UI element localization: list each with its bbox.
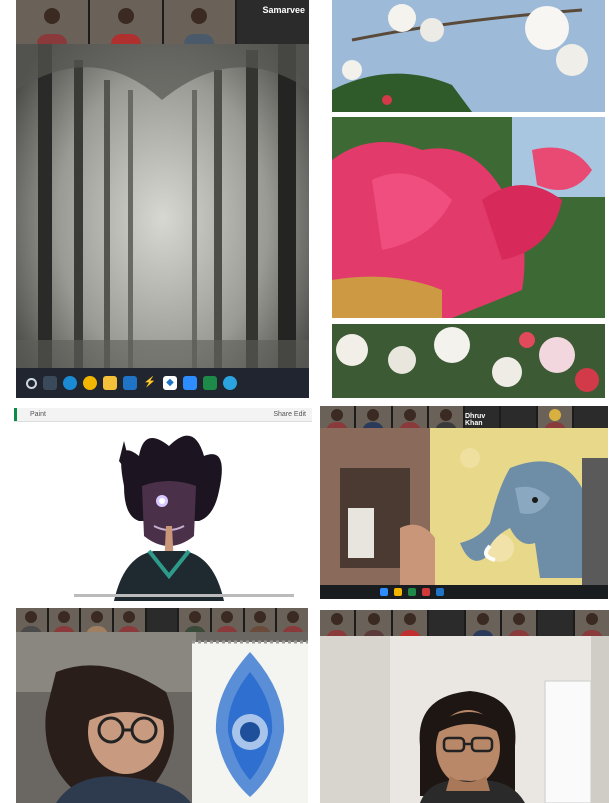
chrome-icon[interactable] [394, 588, 402, 596]
video-tile-elephant-painting[interactable]: Dhruv Khan [320, 406, 608, 599]
window-accent [14, 408, 17, 421]
participant-name: Samarvee [262, 5, 305, 15]
zoom-icon[interactable] [380, 588, 388, 596]
participant-thumbnail[interactable]: Samarvee [237, 0, 309, 44]
participant-thumbnail[interactable] [465, 610, 500, 636]
participant-thumbnail[interactable] [81, 608, 113, 632]
participant-thumbnail[interactable] [146, 608, 178, 632]
window-toolbar-text[interactable]: Share Edit [273, 411, 306, 418]
lightning-icon[interactable]: ⚡ [143, 376, 157, 390]
participant-strip [16, 608, 308, 632]
participant-thumbnail[interactable] [356, 610, 391, 636]
participant-thumbnail[interactable] [320, 610, 355, 636]
chrome-icon[interactable] [83, 376, 97, 390]
participant-thumbnail[interactable] [501, 610, 537, 636]
zoom-icon[interactable] [183, 376, 197, 390]
paint-window-titlebar: Paint Share Edit [14, 408, 312, 422]
participant-thumbnail[interactable] [501, 406, 536, 428]
participant-thumbnail[interactable] [574, 610, 609, 636]
video-tile-speaker[interactable] [320, 610, 609, 803]
dropbox-icon[interactable]: ◆ [163, 376, 177, 390]
participant-thumbnail[interactable] [356, 406, 391, 428]
start-icon[interactable] [26, 377, 37, 389]
screen-share-digital-art[interactable]: Paint Share Edit [14, 408, 312, 603]
window-title: Paint [30, 411, 46, 418]
participant-thumbnail[interactable]: Dhruv Khan [465, 406, 500, 428]
mandala-artist-video [16, 632, 308, 803]
globe-icon[interactable] [223, 376, 237, 390]
participant-thumbnail[interactable] [163, 0, 236, 44]
participant-strip [320, 610, 609, 636]
participant-name: Dhruv Khan [465, 413, 486, 427]
mail-icon[interactable] [436, 588, 444, 596]
participant-thumbnail[interactable] [429, 610, 464, 636]
participant-thumbnail[interactable] [179, 608, 211, 632]
participant-thumbnail[interactable] [212, 608, 243, 632]
meeting-controls-bar [320, 585, 608, 599]
participant-thumbnail[interactable] [16, 0, 88, 44]
participant-thumbnail[interactable] [89, 0, 162, 44]
elephant-painting-video [320, 428, 608, 585]
participant-thumbnail[interactable] [320, 406, 355, 428]
excel-icon[interactable] [408, 588, 416, 596]
mail-icon[interactable] [123, 376, 137, 390]
excel-icon[interactable] [203, 376, 217, 390]
folder-icon[interactable] [103, 376, 117, 390]
flower-collage-image [332, 0, 605, 398]
participant-thumbnail[interactable] [244, 608, 276, 632]
video-tile-mandala-artist[interactable] [16, 608, 308, 803]
participant-thumbnail[interactable] [277, 608, 308, 632]
participant-thumbnail[interactable] [392, 610, 428, 636]
video-tile-forest[interactable]: Samarvee ⚡ ◆ [16, 0, 309, 398]
participant-thumbnail[interactable] [392, 406, 427, 428]
participant-thumbnail[interactable] [16, 608, 47, 632]
participant-strip: Dhruv Khan [320, 406, 608, 428]
participant-thumbnail[interactable] [114, 608, 145, 632]
participant-thumbnail[interactable] [537, 406, 572, 428]
speaker-video [320, 636, 609, 803]
search-icon[interactable] [43, 376, 57, 390]
participant-strip: Samarvee [16, 0, 309, 44]
participant-thumbnail[interactable] [48, 608, 80, 632]
participant-thumbnail[interactable] [538, 610, 573, 636]
character-illustration [114, 435, 224, 601]
photo-collage-flowers [332, 0, 605, 398]
edge-icon[interactable] [63, 376, 77, 390]
app-icon[interactable] [422, 588, 430, 596]
participant-thumbnail[interactable] [573, 406, 608, 428]
participant-thumbnail[interactable] [428, 406, 463, 428]
horizontal-scrollbar[interactable] [74, 594, 294, 597]
forest-background [16, 0, 309, 398]
windows-taskbar: ⚡ ◆ [16, 368, 309, 398]
